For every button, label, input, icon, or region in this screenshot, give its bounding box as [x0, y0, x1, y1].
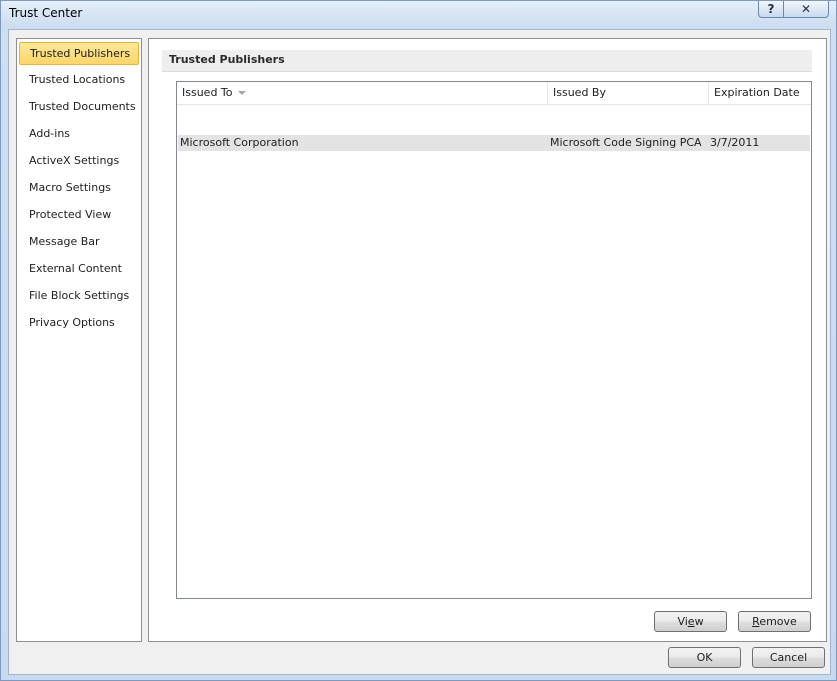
- table-row[interactable]: Microsoft Corporation Microsoft Code Sig…: [178, 135, 810, 151]
- sidebar-item-label: Add-ins: [29, 127, 71, 140]
- sidebar-item-privacy-options[interactable]: Privacy Options: [19, 312, 139, 335]
- sidebar-item-label: ActiveX Settings: [29, 154, 120, 167]
- cell-issued-by: Microsoft Code Signing PCA: [550, 136, 702, 149]
- close-icon: ✕: [800, 2, 812, 16]
- remove-button[interactable]: Remove: [738, 611, 811, 632]
- sidebar-item-label: Message Bar: [29, 235, 100, 248]
- sidebar-item-label: Protected View: [29, 208, 112, 221]
- title-bar[interactable]: Trust Center ? ✕: [1, 1, 836, 27]
- cancel-button[interactable]: Cancel: [752, 647, 825, 668]
- sidebar-item-protected-view[interactable]: Protected View: [19, 204, 139, 227]
- sidebar-item-trusted-publishers[interactable]: Trusted Publishers: [19, 42, 139, 65]
- column-issued-by[interactable]: Issued By: [548, 82, 709, 104]
- column-label: Expiration Date: [714, 86, 800, 99]
- sidebar-item-message-bar[interactable]: Message Bar: [19, 231, 139, 254]
- sidebar-item-file-block-settings[interactable]: File Block Settings: [19, 285, 139, 308]
- sidebar-item-activex-settings[interactable]: ActiveX Settings: [19, 150, 139, 173]
- sidebar-item-label: Macro Settings: [29, 181, 111, 194]
- ok-button[interactable]: OK: [668, 647, 741, 668]
- help-icon: ?: [767, 2, 775, 16]
- category-sidebar: Trusted Publishers Trusted Locations Tru…: [16, 38, 142, 642]
- sidebar-item-trusted-documents[interactable]: Trusted Documents: [19, 96, 139, 119]
- sidebar-item-label: Trusted Locations: [29, 73, 126, 86]
- help-button[interactable]: ?: [758, 1, 784, 18]
- sidebar-item-add-ins[interactable]: Add-ins: [19, 123, 139, 146]
- publishers-list[interactable]: Issued To Issued By Expiration Date Micr…: [176, 81, 812, 599]
- remove-label-end: emove: [759, 615, 797, 628]
- sidebar-item-label: Privacy Options: [29, 316, 115, 329]
- sort-descending-icon: [237, 91, 246, 95]
- column-label: Issued By: [553, 86, 606, 99]
- view-label-accelerator: e: [687, 615, 695, 628]
- sidebar-item-label: External Content: [29, 262, 122, 275]
- column-expiration-date[interactable]: Expiration Date: [709, 82, 811, 104]
- view-label-start: Vi: [677, 615, 688, 628]
- column-issued-to[interactable]: Issued To: [177, 82, 548, 104]
- view-label-end: w: [694, 615, 704, 628]
- sidebar-item-label: File Block Settings: [29, 289, 130, 302]
- sidebar-item-label: Trusted Documents: [29, 100, 136, 113]
- section-title: Trusted Publishers: [162, 50, 812, 72]
- close-button[interactable]: ✕: [784, 1, 829, 18]
- dialog-body: Trusted Publishers Trusted Locations Tru…: [8, 29, 831, 675]
- cell-expiration-date: 3/7/2011: [710, 136, 760, 149]
- cell-issued-to: Microsoft Corporation: [180, 136, 299, 149]
- view-button[interactable]: View: [654, 611, 727, 632]
- sidebar-item-macro-settings[interactable]: Macro Settings: [19, 177, 139, 200]
- column-label: Issued To: [182, 86, 233, 99]
- sidebar-item-label: Trusted Publishers: [30, 47, 131, 60]
- sidebar-item-external-content[interactable]: External Content: [19, 258, 139, 281]
- sidebar-item-trusted-locations[interactable]: Trusted Locations: [19, 69, 139, 92]
- window-title: Trust Center: [9, 6, 83, 20]
- list-header: Issued To Issued By Expiration Date: [177, 82, 811, 105]
- trust-center-window: Trust Center ? ✕ Trusted Publishers Trus…: [0, 0, 837, 681]
- content-panel: Trusted Publishers Issued To Issued By E…: [148, 38, 827, 642]
